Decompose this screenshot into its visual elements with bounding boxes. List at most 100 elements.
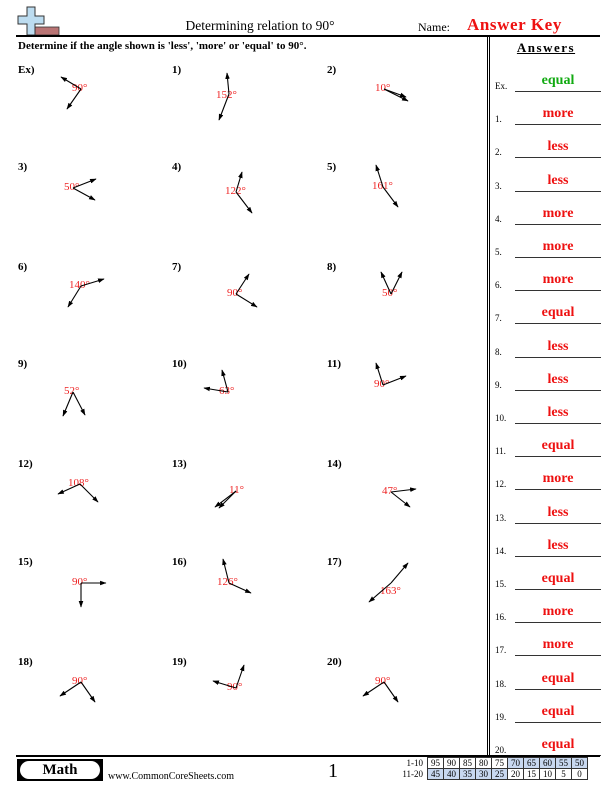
answer-blank[interactable] xyxy=(515,489,601,491)
answer-value: equal xyxy=(541,571,575,586)
score-cell: 80 xyxy=(475,757,492,769)
answer-value: less xyxy=(547,371,569,387)
answer-value: more xyxy=(542,272,574,288)
answer-row: 3. less xyxy=(493,172,601,192)
angle-ray xyxy=(383,88,407,98)
answer-value: more xyxy=(542,637,574,653)
answer-blank[interactable] xyxy=(515,190,601,192)
answer-blank[interactable] xyxy=(515,290,601,292)
answer-value: less xyxy=(547,172,569,188)
score-cell: 85 xyxy=(459,757,476,769)
angle-ray xyxy=(222,558,230,584)
answer-number: 14. xyxy=(495,545,507,556)
angle-ray xyxy=(72,391,86,416)
answer-row: 10. less xyxy=(493,404,601,424)
answer-blank[interactable] xyxy=(515,522,601,524)
angle-ray xyxy=(235,273,250,295)
answer-value: equal xyxy=(541,703,575,719)
angle-ray xyxy=(368,582,392,603)
answer-value: equal xyxy=(541,438,575,454)
answer-blank[interactable] xyxy=(515,223,601,225)
answer-blank[interactable] xyxy=(515,389,601,391)
answer-value: more xyxy=(542,205,574,221)
answer-row: 6. more xyxy=(493,271,601,292)
angle-ray xyxy=(72,187,96,201)
score-cell: 35 xyxy=(459,768,476,780)
angle-ray xyxy=(79,483,99,503)
angle-ray xyxy=(382,186,399,208)
angle-ray xyxy=(218,93,230,121)
website-link[interactable]: www.CommonCoreSheets.com xyxy=(108,771,234,782)
angle-ray xyxy=(62,391,74,417)
answer-blank[interactable] xyxy=(515,124,601,126)
answer-blank[interactable] xyxy=(515,91,601,92)
answer-value: more xyxy=(542,471,574,487)
page-number: 1 xyxy=(328,760,338,782)
angle-ray xyxy=(59,681,82,697)
answer-blank[interactable] xyxy=(515,323,601,325)
angle-ray xyxy=(66,88,82,110)
answer-value: equal xyxy=(541,670,575,686)
answer-blank[interactable] xyxy=(515,622,601,624)
angle-ray xyxy=(235,293,258,308)
angle-ray xyxy=(221,369,229,393)
answer-number: 1. xyxy=(495,114,502,125)
answer-blank[interactable] xyxy=(515,555,601,557)
answer-blank[interactable] xyxy=(515,456,601,458)
angle-ray xyxy=(60,76,82,90)
score-cell: 75 xyxy=(491,757,508,769)
answer-blank[interactable] xyxy=(515,655,601,657)
angle-ray xyxy=(225,72,230,95)
answer-value: less xyxy=(547,338,569,354)
answer-number: 13. xyxy=(495,512,507,523)
answer-number: 18. xyxy=(495,678,507,689)
answer-row: 16. more xyxy=(493,603,601,624)
score-cell: 45 xyxy=(427,768,444,780)
answer-blank[interactable] xyxy=(515,721,601,723)
answer-blank[interactable] xyxy=(515,157,601,159)
answer-blank[interactable] xyxy=(515,423,601,424)
answer-blank[interactable] xyxy=(515,257,601,258)
answer-number: 10. xyxy=(495,413,507,423)
score-row: 11-20 45 40 35 30 25 20 15 10 5 0 xyxy=(397,768,588,780)
score-cell: 10 xyxy=(539,768,556,780)
angle-ray xyxy=(390,491,411,508)
answer-value: equal xyxy=(541,73,575,88)
answer-row: 1. more xyxy=(493,105,601,126)
answer-value: more xyxy=(542,106,574,122)
answer-number: 7. xyxy=(495,313,502,324)
answer-row: 20. equal xyxy=(493,736,601,756)
angle-ray xyxy=(383,681,399,703)
answer-row: Ex. equal xyxy=(493,72,601,92)
answer-number: 16. xyxy=(495,612,507,623)
angle-ray xyxy=(235,191,253,214)
score-cell: 90 xyxy=(443,757,460,769)
angle-ray xyxy=(235,664,245,689)
answer-row: 13. less xyxy=(493,504,601,524)
answer-row: 14. less xyxy=(493,537,601,557)
angle-ray xyxy=(67,285,82,308)
angle-ray xyxy=(228,582,252,594)
answer-blank[interactable] xyxy=(515,589,601,590)
answer-number: 3. xyxy=(495,180,502,191)
angle-ray xyxy=(390,487,417,493)
angle-ray xyxy=(380,271,392,295)
answer-number: 20. xyxy=(495,745,507,755)
answer-row: 15. equal xyxy=(493,570,601,590)
answer-blank[interactable] xyxy=(515,688,601,690)
answer-number: 2. xyxy=(495,147,502,158)
score-cell: 25 xyxy=(491,768,508,780)
answer-row: 12. more xyxy=(493,470,601,491)
score-cell: 95 xyxy=(427,757,444,769)
score-cell: 5 xyxy=(555,768,572,780)
score-cell: 65 xyxy=(523,757,540,769)
answer-row: 4. more xyxy=(493,205,601,225)
answer-number: 8. xyxy=(495,346,502,357)
answer-blank[interactable] xyxy=(515,356,601,358)
answer-value: equal xyxy=(541,305,575,321)
answer-row: 8. less xyxy=(493,338,601,358)
angle-ray xyxy=(57,483,81,495)
angle-ray xyxy=(375,164,384,188)
answer-value: more xyxy=(542,604,574,620)
score-range-label: 11-20 xyxy=(402,769,423,779)
